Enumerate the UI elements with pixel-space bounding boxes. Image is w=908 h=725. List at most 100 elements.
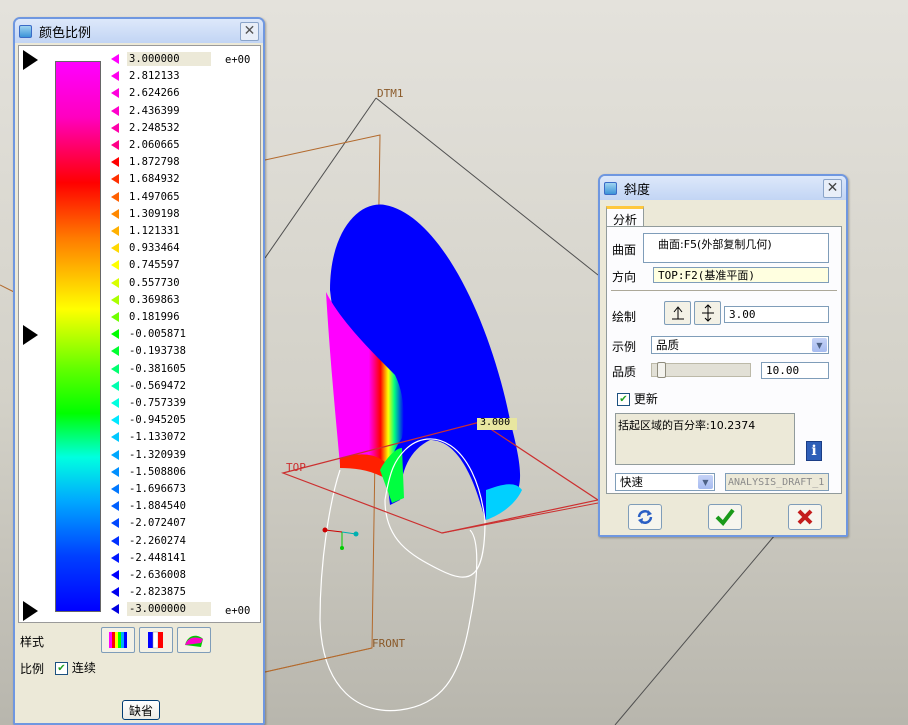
- color-marker-icon[interactable]: [111, 484, 119, 494]
- repeat-button[interactable]: [628, 504, 662, 530]
- scale-value-row: -0.005871: [111, 327, 211, 341]
- quality-slider-thumb[interactable]: [657, 362, 666, 378]
- style-surface-button[interactable]: [177, 627, 211, 653]
- scale-value: -1.320939: [129, 448, 186, 461]
- color-marker-icon[interactable]: [111, 604, 119, 615]
- scale-value: -0.945205: [129, 414, 186, 427]
- chevron-down-icon[interactable]: ▼: [698, 475, 713, 489]
- scale-value-row: -1.884540: [111, 499, 211, 513]
- plot-up-button[interactable]: [664, 301, 691, 325]
- color-marker-icon[interactable]: [111, 552, 119, 563]
- color-marker-icon[interactable]: [111, 191, 119, 202]
- color-marker-icon[interactable]: [111, 346, 119, 357]
- info-icon[interactable]: i: [806, 441, 822, 461]
- close-icon[interactable]: ✕: [240, 21, 259, 41]
- style-bands-button[interactable]: [139, 627, 173, 653]
- color-marker-icon[interactable]: [111, 415, 119, 426]
- scale-handle-top[interactable]: [23, 50, 38, 70]
- color-marker-icon[interactable]: [111, 105, 119, 116]
- color-marker-icon[interactable]: [111, 398, 119, 408]
- scale-value-row: 2.060665: [111, 138, 211, 152]
- scale-value-row: 0.181996: [111, 310, 211, 324]
- scale-value-row: -1.696673: [111, 482, 211, 496]
- continuous-checkbox[interactable]: ✔: [55, 662, 68, 675]
- color-marker-icon[interactable]: [111, 466, 119, 477]
- color-marker-icon[interactable]: [111, 88, 119, 99]
- surface-field[interactable]: 曲面:F5(外部复制几何): [643, 233, 829, 263]
- color-marker-icon[interactable]: [111, 587, 119, 598]
- scale-handle-bottom[interactable]: [23, 601, 38, 621]
- chevron-down-icon[interactable]: ▼: [812, 338, 827, 352]
- scale-value-row: 1.684932: [111, 172, 211, 186]
- example-select[interactable]: 品质 ▼: [651, 336, 829, 354]
- color-marker-icon[interactable]: [111, 122, 119, 133]
- color-marker-icon[interactable]: [111, 501, 119, 512]
- scale-value-row: -2.448141: [111, 551, 211, 565]
- scale-value: -2.072407: [129, 517, 186, 530]
- direction-field[interactable]: TOP:F2(基准平面): [653, 267, 829, 283]
- color-marker-icon[interactable]: [111, 277, 119, 288]
- refresh-icon: [637, 510, 653, 524]
- color-marker-icon[interactable]: [111, 312, 119, 322]
- color-marker-icon[interactable]: [111, 226, 119, 236]
- scale-value-row: -1.133072: [111, 430, 211, 444]
- color-marker-icon[interactable]: [111, 260, 119, 271]
- color-marker-icon[interactable]: [111, 432, 119, 443]
- color-scale-panel: 3.000000 2.812133 2.624266 2.436399 2.248532…: [18, 45, 261, 623]
- color-scale-titlebar[interactable]: 颜色比例 ✕: [15, 19, 263, 43]
- scale-value: 0.745597: [129, 259, 180, 272]
- color-spectrum-bar: [55, 61, 101, 612]
- style-spectrum-button[interactable]: [101, 627, 135, 653]
- color-marker-icon[interactable]: [111, 329, 119, 340]
- scale-value: -1.696673: [129, 483, 186, 495]
- color-marker-icon[interactable]: [111, 140, 119, 150]
- color-marker-icon[interactable]: [111, 208, 119, 219]
- mode-select[interactable]: 快速 ▼: [615, 473, 715, 491]
- scale-value: 2.436399: [129, 104, 180, 117]
- plot-value-field[interactable]: 3.00: [724, 306, 829, 323]
- continuous-option[interactable]: ✔ 连续: [55, 659, 96, 676]
- scale-handle-middle[interactable]: [23, 325, 38, 345]
- scale-value: 1.872798: [129, 156, 180, 169]
- scale-value-row: -2.260274: [111, 534, 211, 548]
- scale-value-row: -0.381605: [111, 362, 211, 376]
- quality-slider[interactable]: [651, 362, 751, 378]
- scale-value-row: 0.933464: [111, 241, 211, 255]
- scale-value: -0.757339: [129, 397, 186, 409]
- scale-value-row: 0.557730: [111, 276, 211, 290]
- scale-value-row: -0.193738: [111, 344, 211, 358]
- color-marker-icon[interactable]: [111, 363, 119, 374]
- ok-button[interactable]: [708, 504, 742, 530]
- scale-value-list: 3.000000 2.812133 2.624266 2.436399 2.248532…: [111, 52, 221, 618]
- surface-icon: [185, 635, 203, 647]
- color-marker-icon[interactable]: [111, 535, 119, 546]
- arrow-up-icon: [671, 306, 684, 320]
- scale-value[interactable]: 3.000000: [127, 52, 211, 66]
- quality-value-field[interactable]: 10.00: [761, 362, 829, 379]
- color-marker-icon[interactable]: [111, 54, 119, 64]
- color-marker-icon[interactable]: [111, 570, 119, 580]
- color-marker-icon[interactable]: [111, 243, 119, 254]
- default-button[interactable]: 缺省: [122, 700, 160, 720]
- update-option[interactable]: ✔ 更新: [617, 390, 658, 407]
- color-marker-icon[interactable]: [111, 518, 119, 529]
- draft-titlebar[interactable]: 斜度 ✕: [600, 176, 846, 200]
- plot-both-button[interactable]: [694, 301, 721, 325]
- close-icon[interactable]: ✕: [823, 178, 842, 198]
- update-checkbox[interactable]: ✔: [617, 393, 630, 406]
- analysis-name-field[interactable]: ANALYSIS_DRAFT_1: [725, 473, 829, 491]
- color-marker-icon[interactable]: [111, 174, 119, 185]
- color-marker-icon[interactable]: [111, 449, 119, 460]
- color-marker-icon[interactable]: [111, 71, 119, 82]
- exponent-bottom: e+00: [225, 605, 251, 617]
- analysis-panel: 曲面 曲面:F5(外部复制几何) 方向 TOP:F2(基准平面) 绘制 3.00…: [606, 226, 842, 494]
- scale-label: 比例: [20, 662, 45, 676]
- color-marker-icon[interactable]: [111, 380, 119, 391]
- scale-value: -0.005871: [129, 328, 186, 341]
- color-marker-icon[interactable]: [111, 294, 119, 305]
- scale-value[interactable]: -3.000000: [127, 602, 211, 617]
- color-marker-icon[interactable]: [111, 157, 119, 168]
- spectrum-icon: [109, 632, 127, 648]
- cancel-button[interactable]: [788, 504, 822, 530]
- scale-value-row: 1.872798: [111, 155, 211, 169]
